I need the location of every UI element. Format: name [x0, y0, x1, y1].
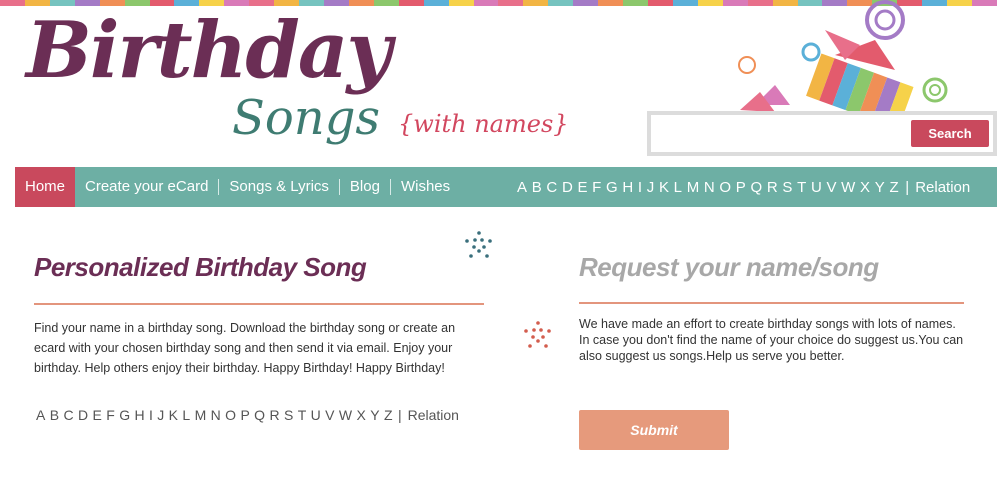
- nav-item-blog[interactable]: Blog: [340, 167, 390, 207]
- nav-letter-link[interactable]: F: [592, 179, 601, 196]
- request-song-title: Request your name/song: [579, 252, 879, 282]
- nav-letter-link[interactable]: T: [797, 179, 806, 196]
- nav-relation-link[interactable]: Relation: [915, 179, 970, 196]
- content-letter-link[interactable]: R: [269, 407, 279, 423]
- content-letter-link[interactable]: V: [325, 407, 334, 423]
- content-letter-link[interactable]: B: [50, 407, 59, 423]
- personalized-song-title: Personalized Birthday Song: [34, 252, 367, 282]
- intro-paragraph: Find your name in a birthday song. Downl…: [34, 321, 456, 375]
- nav-letter-link[interactable]: H: [622, 179, 633, 196]
- content-letter-link[interactable]: O: [225, 407, 236, 423]
- content-letter-link[interactable]: P: [240, 407, 249, 423]
- nav-letter-link[interactable]: P: [736, 179, 746, 196]
- submit-button[interactable]: Submit: [579, 410, 729, 450]
- content-letter-link[interactable]: E: [93, 407, 102, 423]
- nav-letter-link[interactable]: J: [647, 179, 655, 196]
- content-letter-link[interactable]: N: [211, 407, 221, 423]
- site-logo-subtitle: {with names}: [398, 110, 569, 138]
- content-letter-link[interactable]: J: [157, 407, 164, 423]
- content-letter-link[interactable]: W: [339, 407, 352, 423]
- content-letter-link[interactable]: Y: [370, 407, 379, 423]
- nav-alphabet: ABCDEFGHIJKLMNOPQRSTUVWXYZ | Relation: [517, 167, 975, 207]
- nav-item-home[interactable]: Home: [15, 167, 76, 207]
- search-box: Search: [647, 111, 997, 156]
- nav-letter-link[interactable]: K: [659, 179, 669, 196]
- nav-letter-link[interactable]: X: [860, 179, 870, 196]
- content-alphabet-separator: |: [397, 407, 402, 423]
- gift-box-icon: [738, 0, 948, 112]
- nav-item-wishes[interactable]: Wishes: [391, 167, 460, 207]
- nav-letter-link[interactable]: O: [719, 179, 731, 196]
- content-letter-link[interactable]: K: [169, 407, 178, 423]
- nav-letter-link[interactable]: A: [517, 179, 527, 196]
- main-nav: Home Create your eCard Songs & Lyrics Bl…: [15, 167, 997, 207]
- content-relation-link[interactable]: Relation: [408, 407, 459, 423]
- content-letter-link[interactable]: C: [63, 407, 73, 423]
- search-button[interactable]: Search: [911, 120, 989, 147]
- nav-letter-link[interactable]: Z: [889, 179, 898, 196]
- content-letter-link[interactable]: Z: [384, 407, 393, 423]
- content-letter-link[interactable]: Q: [254, 407, 265, 423]
- nav-letter-link[interactable]: I: [638, 179, 642, 196]
- content-letter-link[interactable]: T: [298, 407, 307, 423]
- nav-letter-link[interactable]: L: [674, 179, 682, 196]
- content-letter-link[interactable]: H: [134, 407, 144, 423]
- nav-letter-link[interactable]: B: [532, 179, 542, 196]
- nav-letter-link[interactable]: M: [687, 179, 700, 196]
- content-letter-link[interactable]: I: [149, 407, 153, 423]
- nav-item-songs-lyrics[interactable]: Songs & Lyrics: [219, 167, 339, 207]
- content-letter-link[interactable]: A: [36, 407, 45, 423]
- nav-letter-link[interactable]: E: [577, 179, 587, 196]
- content-letter-link[interactable]: M: [195, 407, 207, 423]
- nav-letter-link[interactable]: W: [841, 179, 855, 196]
- nav-letter-link[interactable]: D: [562, 179, 573, 196]
- nav-letter-link[interactable]: S: [782, 179, 792, 196]
- dotted-star-icon: [524, 321, 551, 348]
- search-input[interactable]: [655, 120, 905, 146]
- nav-letter-link[interactable]: Y: [875, 179, 885, 196]
- nav-item-create-ecard[interactable]: Create your eCard: [75, 167, 218, 207]
- nav-letter-link[interactable]: G: [606, 179, 618, 196]
- nav-letter-link[interactable]: V: [826, 179, 836, 196]
- content-letter-link[interactable]: G: [119, 407, 130, 423]
- nav-alphabet-separator: |: [905, 178, 910, 196]
- content-letter-link[interactable]: D: [78, 407, 88, 423]
- nav-letter-link[interactable]: U: [811, 179, 822, 196]
- dotted-star-icon: [465, 231, 492, 258]
- content-letter-link[interactable]: F: [106, 407, 115, 423]
- section-divider: [579, 302, 964, 304]
- content-letter-link[interactable]: S: [284, 407, 293, 423]
- site-logo-title[interactable]: Birthday: [26, 12, 392, 90]
- site-logo-songs[interactable]: Songs: [232, 94, 380, 142]
- nav-letter-link[interactable]: R: [767, 179, 778, 196]
- nav-letter-link[interactable]: Q: [750, 179, 762, 196]
- request-paragraph: We have made an effort to create birthda…: [579, 317, 964, 363]
- nav-letter-link[interactable]: N: [704, 179, 715, 196]
- section-divider: [34, 303, 484, 305]
- content-letter-link[interactable]: L: [182, 407, 190, 423]
- content-letter-link[interactable]: X: [357, 407, 366, 423]
- content-alphabet: ABCDEFGHIJKLMNOPQRSTUVWXYZ | Relation: [36, 407, 463, 423]
- content-letter-link[interactable]: U: [311, 407, 321, 423]
- nav-letter-link[interactable]: C: [546, 179, 557, 196]
